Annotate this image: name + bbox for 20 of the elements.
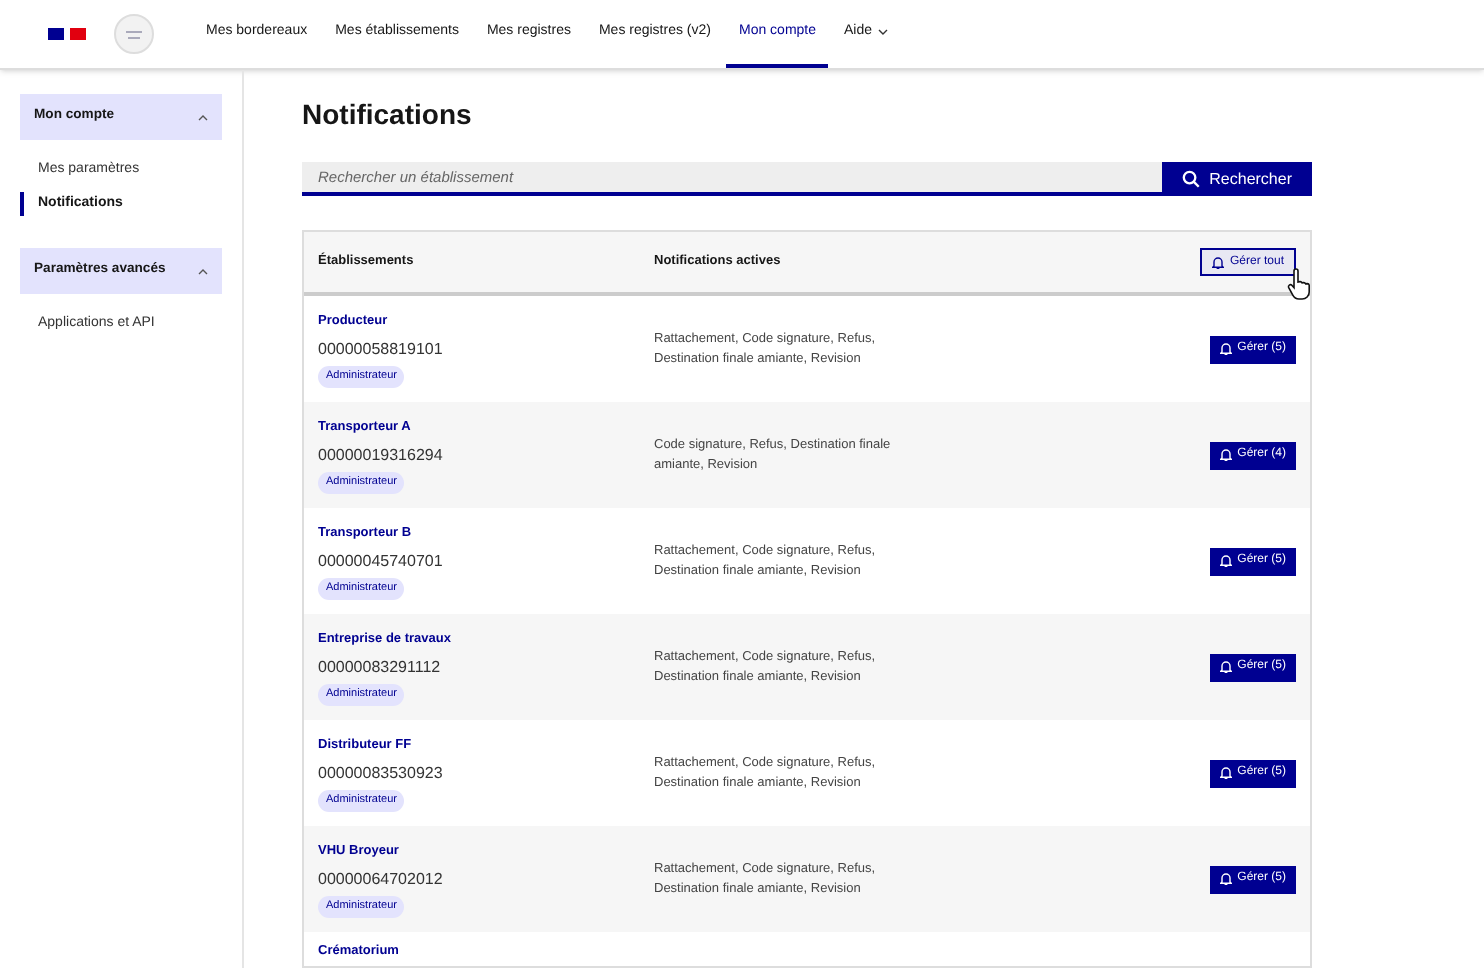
siret-number: 00000019316294 [318, 444, 443, 469]
bell-icon [1211, 255, 1224, 269]
siret-number: 00000045740701 [318, 550, 443, 575]
bell-icon [1219, 448, 1232, 462]
bell-icon [1219, 660, 1232, 674]
siret-number: 00000058819101 [318, 338, 443, 363]
siret-number: 00000064702012 [318, 868, 443, 893]
chevron-up-icon [198, 113, 208, 121]
logo-icon[interactable] [114, 14, 154, 54]
bell-icon [1219, 872, 1232, 886]
search-button[interactable]: Rechercher [1161, 162, 1312, 196]
siret-number: 00000083530923 [318, 762, 443, 787]
siret-number: 00000083291112 [318, 656, 441, 681]
search-icon [1181, 170, 1200, 188]
page-title: Notifications [302, 96, 474, 134]
bell-icon [1219, 342, 1232, 356]
chevron-up-icon [198, 267, 208, 275]
bell-icon [1219, 554, 1232, 568]
flag-logo-icon [48, 28, 86, 40]
bell-icon [1219, 766, 1232, 780]
